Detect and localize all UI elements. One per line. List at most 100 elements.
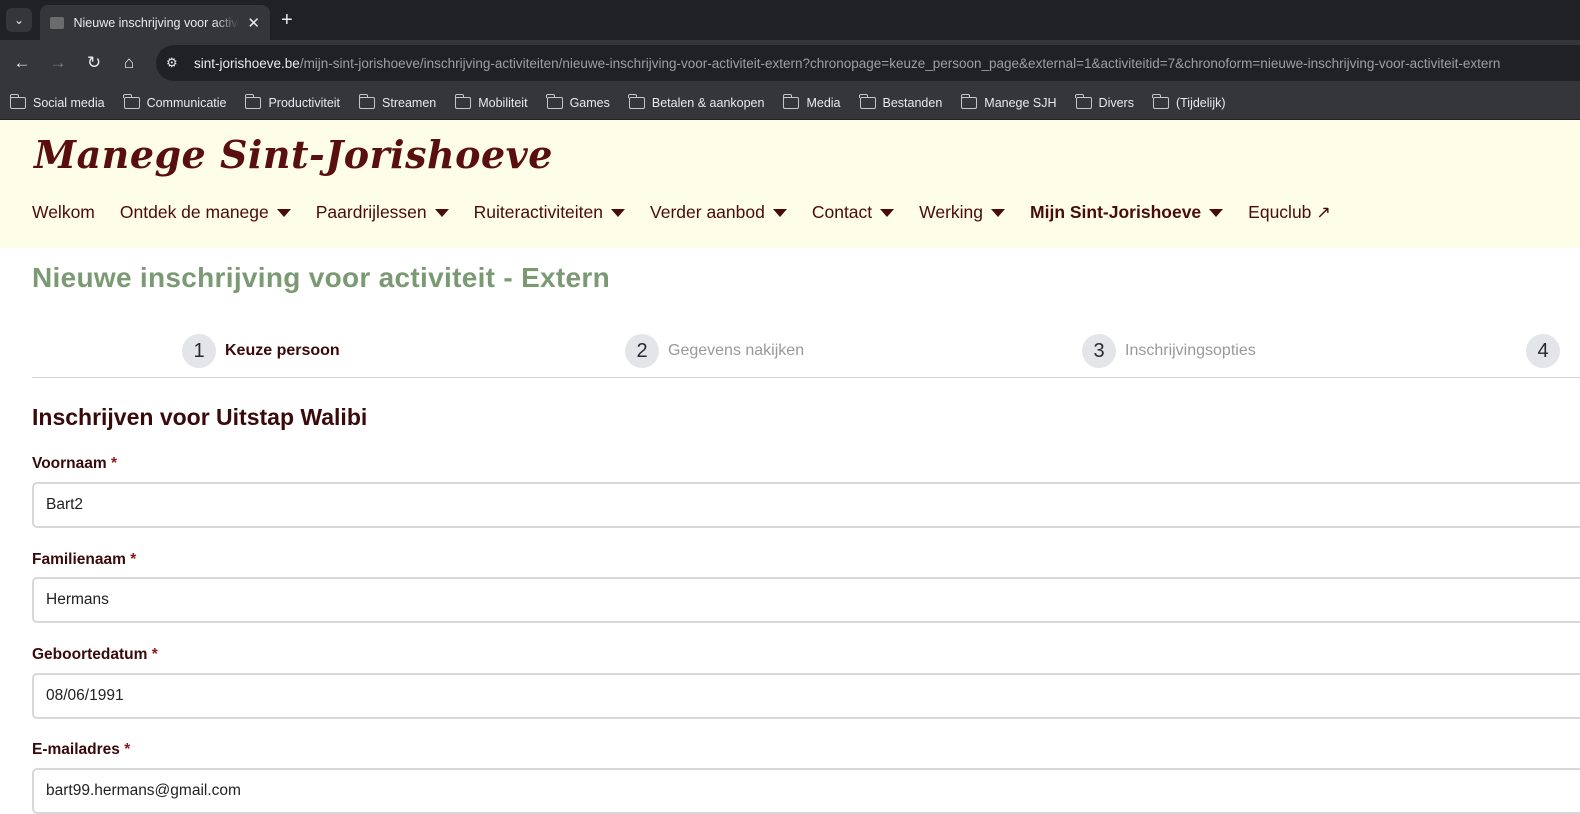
step-number: 2 bbox=[625, 334, 659, 368]
url-text: sint-jorishoeve.be/mijn-sint-jorishoeve/… bbox=[194, 56, 1500, 71]
nav-label: Contact bbox=[811, 202, 873, 222]
nav-item-ontdek[interactable]: Ontdek de manege bbox=[120, 202, 291, 223]
bookmark-label: Streamen bbox=[382, 95, 437, 110]
step-inschrijvingsopties[interactable]: 3 Inschrijvingsopties bbox=[1082, 334, 1256, 368]
step-label: Gegevens nakijken bbox=[668, 342, 805, 359]
folder-icon bbox=[960, 93, 978, 109]
caret-down-icon bbox=[434, 208, 449, 217]
step-label: Keuze persoon bbox=[225, 342, 340, 359]
label-text: Familienaam bbox=[32, 551, 126, 568]
nav-label: Ruiteractiviteiten bbox=[473, 202, 604, 222]
nav-item-paardrijlessen[interactable]: Paardrijlessen bbox=[316, 202, 449, 223]
site-logo[interactable]: Manege Sint-Jorishoeve bbox=[34, 132, 553, 177]
step-number: 4 bbox=[1526, 334, 1560, 368]
step-keuze-persoon[interactable]: 1 Keuze persoon bbox=[182, 334, 340, 368]
step-4[interactable]: 4 bbox=[1526, 334, 1569, 368]
label-text: Geboortedatum bbox=[32, 646, 148, 663]
bookmark-label: Mobiliteit bbox=[478, 95, 528, 110]
required-marker: * bbox=[151, 646, 158, 663]
tab-title: Nieuwe inschrijving voor activiteit - Ex… bbox=[73, 15, 240, 30]
url-path: /mijn-sint-jorishoeve/inschrijving-activ… bbox=[299, 55, 1501, 71]
folder-icon bbox=[1075, 93, 1092, 109]
familienaam-input[interactable] bbox=[32, 577, 1580, 623]
folder-icon bbox=[9, 93, 26, 109]
voornaam-input[interactable] bbox=[32, 482, 1580, 528]
main-navigation: Welkom Ontdek de manege Paardrijlessen R… bbox=[32, 202, 1356, 223]
label-text: Voornaam bbox=[32, 455, 107, 472]
bookmark-label: Games bbox=[569, 95, 610, 110]
bookmark-folder[interactable]: Productiviteit bbox=[244, 93, 340, 110]
bookmark-label: Social media bbox=[33, 95, 105, 110]
nav-item-ruiteractiviteiten[interactable]: Ruiteractiviteiten bbox=[473, 202, 626, 223]
folder-icon bbox=[628, 93, 645, 109]
bookmark-folder[interactable]: Manege SJH bbox=[960, 93, 1057, 110]
arrow-left-icon: ← bbox=[13, 53, 31, 72]
required-marker: * bbox=[130, 551, 137, 568]
nav-item-werking[interactable]: Werking bbox=[919, 202, 1006, 223]
tab-search-button[interactable]: ⌄ bbox=[6, 8, 32, 32]
form-stepper: 1 Keuze persoon 2 Gegevens nakijken 3 In… bbox=[32, 334, 1580, 378]
folder-icon bbox=[859, 93, 876, 109]
nav-item-verder-aanbod[interactable]: Verder aanbod bbox=[650, 202, 787, 223]
caret-down-icon bbox=[1209, 208, 1224, 217]
geboortedatum-input[interactable] bbox=[32, 673, 1580, 719]
familienaam-label: Familienaam * bbox=[32, 551, 136, 569]
forward-button[interactable]: → bbox=[46, 51, 70, 75]
nav-item-equclub[interactable]: Equclub ↗ bbox=[1248, 202, 1331, 223]
step-number: 3 bbox=[1082, 334, 1116, 368]
form-title: Inschrijven voor Uitstap Walibi bbox=[32, 404, 368, 430]
bookmark-label: Media bbox=[806, 95, 841, 110]
site-settings-icon[interactable]: ⚙ bbox=[166, 55, 182, 71]
emailadres-input[interactable] bbox=[32, 768, 1580, 814]
caret-down-icon bbox=[991, 208, 1006, 217]
home-icon: ⌂ bbox=[123, 53, 135, 72]
required-marker: * bbox=[124, 741, 131, 758]
address-bar[interactable]: ⚙ sint-jorishoeve.be/mijn-sint-jorishoev… bbox=[156, 45, 1580, 81]
arrow-right-icon: → bbox=[49, 53, 67, 72]
required-marker: * bbox=[110, 455, 118, 472]
bookmark-folder[interactable]: Games bbox=[546, 93, 610, 110]
bookmark-folder[interactable]: Divers bbox=[1075, 93, 1134, 110]
new-tab-button[interactable]: + bbox=[281, 8, 293, 32]
voornaam-label: Voornaam * bbox=[32, 455, 117, 473]
bookmark-folder[interactable]: Media bbox=[782, 93, 841, 110]
caret-down-icon bbox=[880, 208, 895, 217]
nav-label: Equclub ↗ bbox=[1248, 202, 1331, 222]
bookmark-folder[interactable]: Bestanden bbox=[859, 93, 942, 110]
favicon-icon bbox=[50, 16, 64, 29]
bookmark-label: Communicatie bbox=[146, 95, 227, 110]
bookmark-folder[interactable]: Betalen & aankopen bbox=[628, 93, 765, 110]
bookmark-folder[interactable]: Streamen bbox=[358, 93, 437, 110]
folder-icon bbox=[123, 93, 140, 109]
nav-label: Ontdek de manege bbox=[119, 202, 269, 222]
caret-down-icon bbox=[276, 208, 291, 217]
nav-label: Paardrijlessen bbox=[315, 202, 427, 222]
site-header: Manege Sint-Jorishoeve Welkom Ontdek de … bbox=[0, 120, 1580, 248]
caret-down-icon bbox=[611, 208, 626, 217]
bookmark-label: Manege SJH bbox=[984, 95, 1057, 110]
nav-label: Werking bbox=[919, 202, 984, 222]
bookmark-folder[interactable]: Communicatie bbox=[123, 93, 227, 110]
home-button[interactable]: ⌂ bbox=[117, 51, 141, 75]
bookmarks-bar: Social media Communicatie Productiviteit… bbox=[0, 86, 1580, 120]
bookmark-folder[interactable]: (Tijdelijk) bbox=[1152, 93, 1226, 110]
bookmark-folder[interactable]: Mobiliteit bbox=[454, 93, 528, 110]
nav-item-mijn-sint-jorishoeve[interactable]: Mijn Sint-Jorishoeve bbox=[1030, 202, 1224, 223]
bookmark-label: Divers bbox=[1098, 95, 1134, 110]
back-button[interactable]: ← bbox=[10, 51, 34, 75]
reload-icon: ↻ bbox=[86, 53, 102, 72]
geboortedatum-label: Geboortedatum * bbox=[32, 646, 158, 664]
bookmark-label: Betalen & aankopen bbox=[651, 95, 765, 110]
emailadres-label: E-mailadres * bbox=[32, 741, 130, 759]
nav-item-contact[interactable]: Contact bbox=[811, 202, 895, 223]
browser-tab[interactable]: Nieuwe inschrijving voor activiteit - Ex… bbox=[40, 5, 270, 40]
bookmark-folder[interactable]: Social media bbox=[9, 93, 105, 110]
page-title: Nieuwe inschrijving voor activiteit - Ex… bbox=[32, 262, 611, 293]
folder-icon bbox=[782, 93, 800, 109]
nav-item-welkom[interactable]: Welkom bbox=[32, 202, 95, 223]
folder-icon bbox=[1152, 93, 1169, 109]
reload-button[interactable]: ↻ bbox=[82, 51, 106, 75]
step-gegevens-nakijken[interactable]: 2 Gegevens nakijken bbox=[625, 334, 804, 368]
close-icon[interactable]: ✕ bbox=[247, 14, 260, 32]
url-host: sint-jorishoeve.be bbox=[194, 55, 300, 71]
